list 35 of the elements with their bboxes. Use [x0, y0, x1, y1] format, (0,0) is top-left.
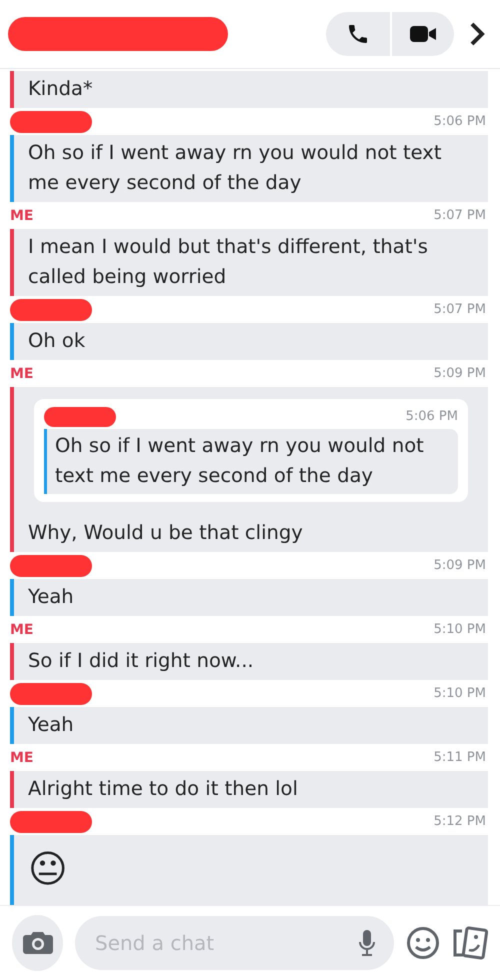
message-time: 5:07 PM: [434, 302, 486, 318]
cards-button[interactable]: [452, 926, 488, 960]
message-time: 5:10 PM: [434, 686, 486, 702]
message-time: 5:11 PM: [434, 750, 486, 766]
quoted-text: Oh so if I went away rn you would not text me every second of the day: [44, 429, 458, 494]
message-text: Oh ok: [28, 328, 86, 354]
forward-button[interactable]: [468, 21, 486, 48]
camera-icon: [22, 930, 52, 956]
emoji-button[interactable]: [406, 926, 440, 960]
sender-name: ME: [10, 622, 34, 638]
message-text: 😐: [28, 847, 69, 892]
message-text: I mean I would but that's different, that's called being worried: [28, 234, 429, 290]
message-time: 5:12 PM: [434, 814, 486, 830]
sender-name: ME: [10, 366, 34, 382]
message-time: 5:09 PM: [434, 558, 486, 574]
message-text: So if I did it right now...: [28, 648, 255, 674]
message-text: Kinda*: [28, 76, 94, 102]
message-time: 5:06 PM: [434, 114, 486, 130]
message-text: Yeah: [28, 584, 75, 610]
redaction-mark: [44, 407, 116, 428]
message-text: Why, Would u be that clingy: [28, 520, 304, 546]
microphone-icon: [358, 929, 376, 958]
sender-name: ME: [10, 750, 34, 766]
smiley-icon: [406, 926, 440, 960]
message-text: Alright time to do it then lol: [28, 776, 299, 802]
cards-icon: [452, 926, 488, 960]
video-camera-icon: [409, 24, 437, 44]
message-text: Oh so if I went away rn you would not text me every second of the day: [28, 140, 442, 196]
quote-time: 5:06 PM: [406, 408, 458, 426]
message-time: 5:07 PM: [434, 208, 486, 224]
message-time: 5:09 PM: [434, 366, 486, 382]
sender-name: ME: [10, 208, 34, 224]
message-time: 5:10 PM: [434, 622, 486, 638]
chevron-right-icon: [468, 21, 486, 48]
message-text: Yeah: [28, 712, 75, 738]
